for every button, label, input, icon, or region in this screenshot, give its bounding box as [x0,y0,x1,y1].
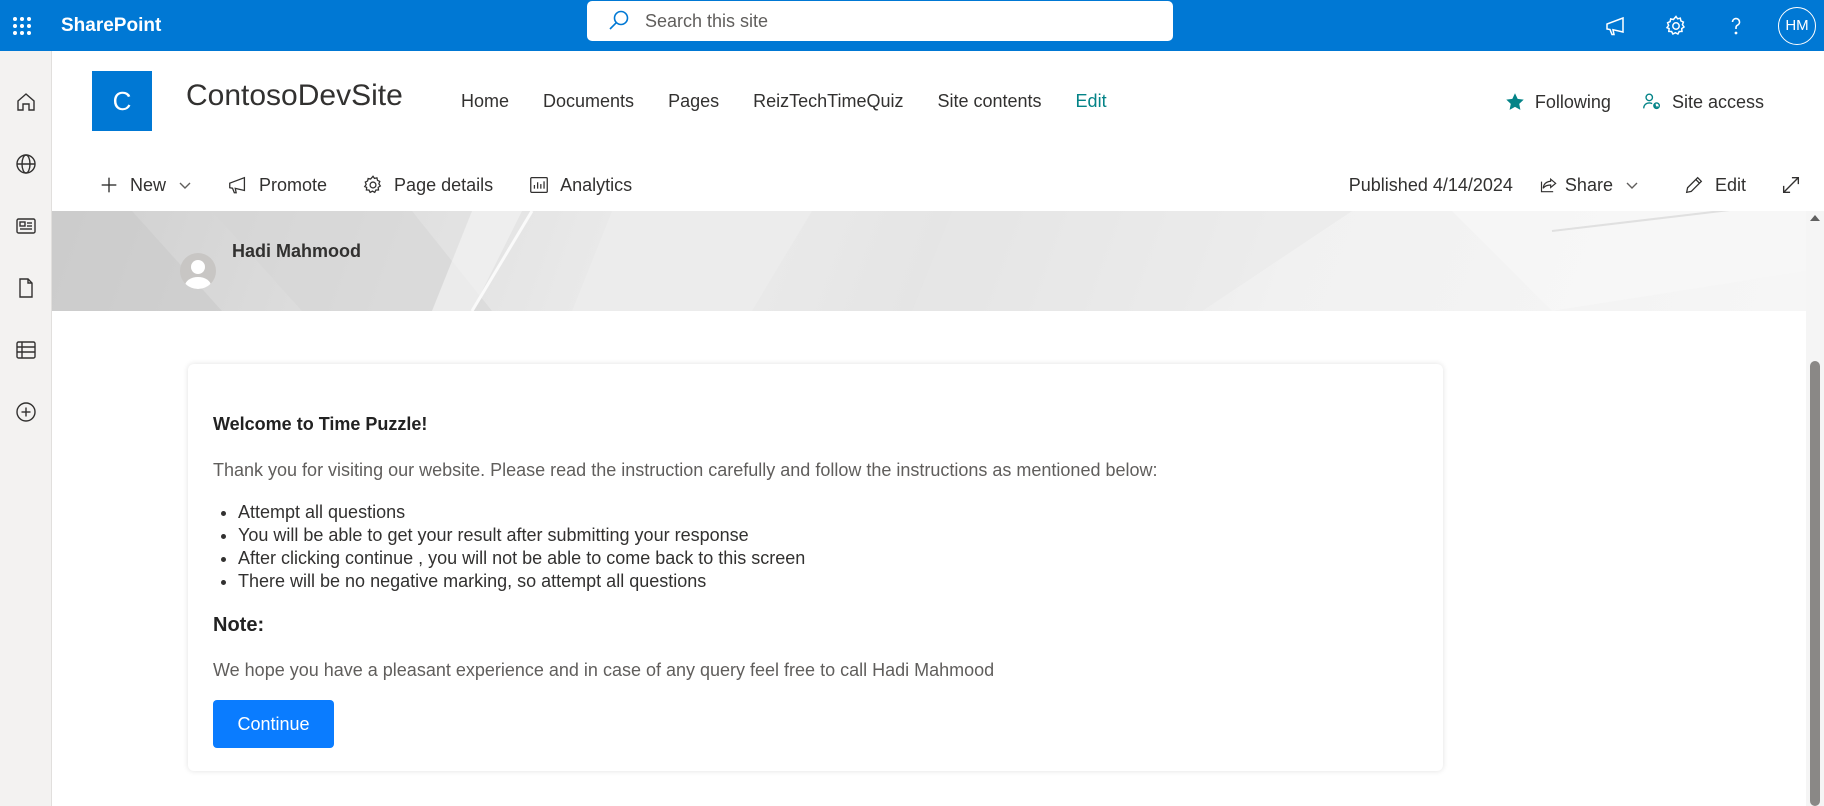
card-message: We hope you have a pleasant experience a… [213,660,995,680]
edit-label: Edit [1714,174,1746,195]
globe-icon[interactable] [0,133,52,195]
search-box[interactable] [587,1,1173,41]
search-input[interactable] [645,10,1145,32]
continue-button[interactable]: Continue [213,700,334,748]
expand-icon [1782,176,1800,194]
brand-name[interactable]: SharePoint [61,15,161,37]
site-logo[interactable]: C [92,71,152,131]
nav-reiztechtimequiz[interactable]: ReizTechTimeQuiz [753,91,903,112]
new-label: New [130,174,167,195]
analytics-button[interactable]: Analytics [528,174,632,196]
app-launcher-icon[interactable] [0,0,44,51]
welcome-card: Welcome to Time Puzzle! Thank you for vi… [188,364,1443,771]
list-icon[interactable] [0,319,52,381]
following-button[interactable]: Following [1504,91,1611,113]
site-access-button[interactable]: Site access [1641,91,1764,113]
list-item: Attempt all questions [238,501,805,524]
left-rail [0,51,52,806]
gear-icon [363,175,382,194]
site-access-label: Site access [1671,91,1764,112]
following-label: Following [1534,91,1611,112]
pencil-icon [1685,176,1703,194]
published-status: Published 4/14/2024 [1349,175,1513,196]
share-icon [1540,177,1557,193]
promote-label: Promote [259,174,328,195]
analytics-label: Analytics [560,174,633,195]
megaphone-icon[interactable] [1586,0,1646,51]
promote-button[interactable]: Promote [227,174,327,196]
new-button[interactable]: New [98,174,192,196]
analytics-icon [530,177,549,193]
chevron-down-icon [1626,182,1638,189]
published-label: Published 4/14/2024 [1348,174,1513,195]
command-bar: New Promote Page details Analytics Publi… [52,159,1824,211]
scroll-up-arrow-icon[interactable] [1810,215,1820,221]
vertical-scrollbar[interactable] [1806,211,1824,806]
nav-home[interactable]: Home [461,91,509,112]
page-details-button[interactable]: Page details [362,174,493,196]
nav-documents[interactable]: Documents [543,91,634,112]
search-icon [609,10,629,30]
page-details-label: Page details [394,174,494,195]
gear-icon[interactable] [1646,0,1706,51]
document-icon[interactable] [0,257,52,319]
scroll-thumb[interactable] [1810,361,1820,806]
nav-site-contents[interactable]: Site contents [937,91,1041,112]
list-item: You will be able to get your result afte… [238,524,805,547]
note-heading: Note: [213,614,265,636]
news-icon[interactable] [0,195,52,257]
expand-button[interactable] [1780,174,1802,196]
plus-icon [101,177,117,193]
nav-pages[interactable]: Pages [668,91,719,112]
list-item: There will be no negative marking, so at… [238,570,805,593]
home-icon[interactable] [0,71,52,133]
person-icon [185,260,211,289]
star-icon [1506,93,1524,110]
help-icon[interactable] [1706,0,1766,51]
chevron-down-icon [179,182,191,189]
list-item: After clicking continue , you will not b… [238,547,805,570]
author-name: Hadi Mahmood [232,241,361,261]
page-content: Welcome to Time Puzzle! Thank you for vi… [52,311,1806,806]
user-avatar[interactable]: HM [1778,6,1816,45]
edit-page-button[interactable]: Edit [1683,174,1746,196]
site-header: C ContosoDevSite Home Documents Pages Re… [52,51,1824,159]
instruction-list: Attempt all questions You will be able t… [238,501,805,593]
people-settings-icon [1643,93,1660,110]
suite-bar: SharePoint HM [0,0,1824,51]
megaphone-icon [229,176,246,194]
share-label: Share [1564,174,1613,195]
nav-edit-link[interactable]: Edit [1076,91,1107,112]
site-navigation: Home Documents Pages ReizTechTimeQuiz Si… [461,91,1141,112]
card-title: Welcome to Time Puzzle! [213,414,428,434]
share-button[interactable]: Share [1539,175,1639,196]
page-banner: Hadi Mahmood [52,211,1806,311]
author-avatar [180,253,216,289]
card-intro: Thank you for visiting our website. Plea… [213,460,1158,480]
add-circle-icon[interactable] [0,381,52,443]
author-byline[interactable]: Hadi Mahmood [180,241,361,289]
site-title[interactable]: ContosoDevSite [186,79,403,113]
